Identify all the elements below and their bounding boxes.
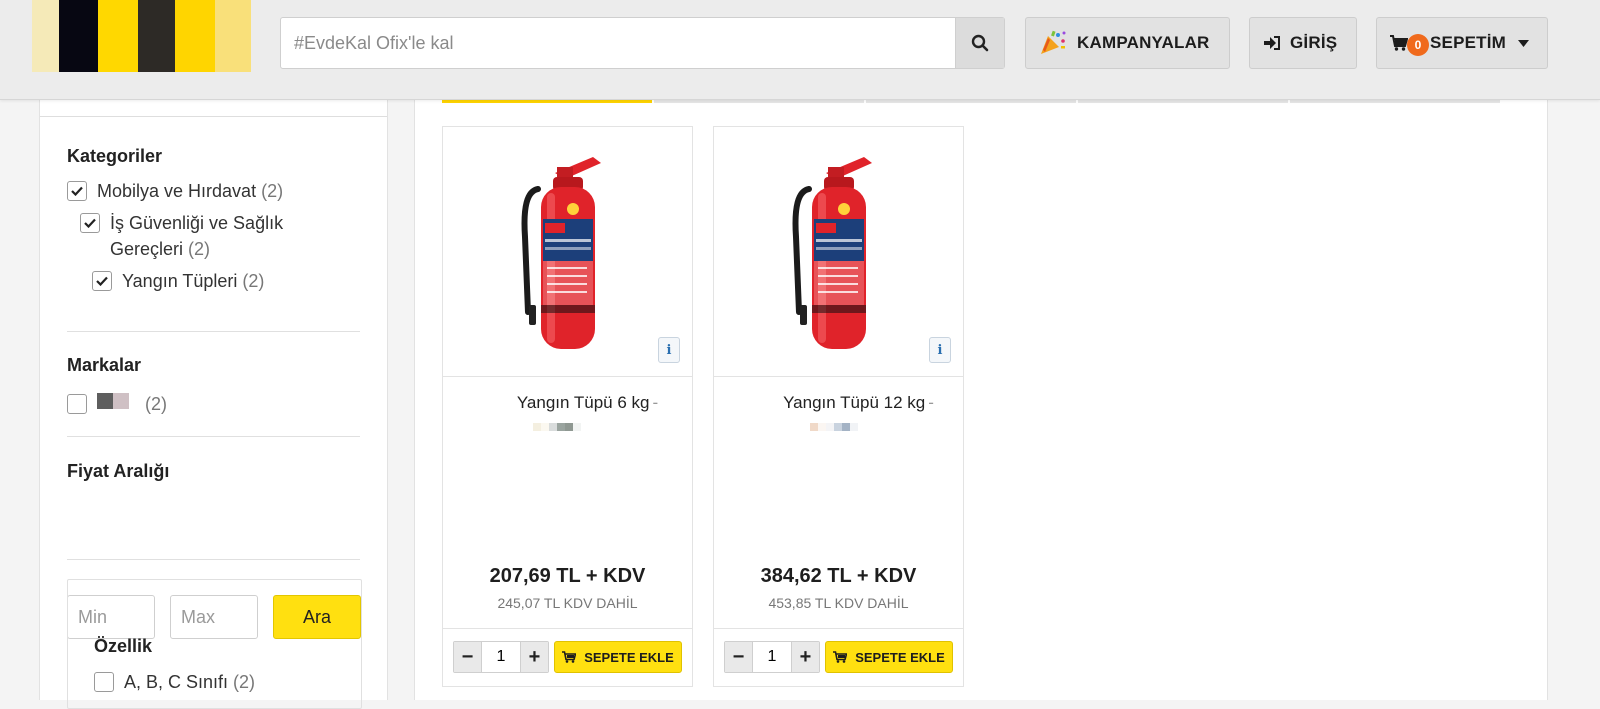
plus-icon[interactable]: + [792,642,819,672]
checkbox-checked[interactable] [80,213,100,233]
cart-label: SEPETİM [1430,33,1507,52]
check-icon [71,186,83,196]
product-price-with-tax: 453,85 TL KDV DAHİL [768,595,909,611]
sort-tab[interactable] [1290,100,1500,103]
cart-plus-icon [562,651,577,663]
category-label-line2: Gereçleri [110,239,184,259]
category-label: Yangın Tüpleri [122,271,238,291]
category-count: (2) [188,239,211,259]
product-image[interactable]: i [443,127,692,377]
sort-tab[interactable] [1078,100,1288,103]
quantity-input[interactable] [752,642,792,672]
login-button[interactable]: GİRİŞ [1249,17,1357,69]
cart-icon [1390,35,1408,51]
add-to-cart-label: SEPETE EKLE [855,649,945,665]
site-logo[interactable] [32,0,262,72]
search-bar [280,17,1005,69]
quantity-stepper: − + [453,641,549,673]
brands-title: Markalar [67,355,142,375]
category-count: (2) [261,181,284,201]
filter-sidebar: Kategoriler Mobilya ve Hırdavat (2) İş Gü… [39,100,388,709]
brand-logo [97,393,129,409]
search-input[interactable] [281,18,956,68]
product-name-row[interactable]: Yangın Tüpü 6 kg - [443,393,692,413]
product-name[interactable]: Yangın Tüpü 6 kg [517,393,650,412]
campaigns-button[interactable]: KAMPANYALAR [1025,17,1230,69]
product-name-row[interactable]: Yangın Tüpü 12 kg - [714,393,963,413]
product-brand-logo [810,423,858,431]
checkbox-unchecked[interactable] [94,672,114,692]
sort-tabs [442,100,1523,103]
plus-icon[interactable]: + [521,642,548,672]
search-icon [971,34,989,52]
fire-extinguisher-image [792,157,872,349]
price-range-title: Fiyat Aralığı [67,461,170,481]
minus-icon[interactable]: − [725,642,752,672]
fire-extinguisher-image [521,157,601,349]
product-price: 207,69 TL + KDV [489,565,646,587]
product-listing: i Yangın Tüpü 6 kg - 207,69 TL + KDV 245,… [414,100,1548,700]
brand-count: (2) [145,394,167,414]
sidebar-divider [40,116,387,117]
product-name-separator: - [652,393,659,412]
quantity-input[interactable] [481,642,521,672]
categories-title: Kategoriler [67,146,163,166]
product-name[interactable]: Yangın Tüpü 12 kg [783,393,925,412]
product-brand-logo [533,423,581,431]
product-card[interactable]: i Yangın Tüpü 6 kg - 207,69 TL + KDV 245,… [442,126,693,687]
section-divider [67,559,360,560]
product-price-with-tax: 245,07 TL KDV DAHİL [497,595,638,611]
product-name-separator: - [928,393,934,412]
add-to-cart-button[interactable]: SEPETE EKLE [825,641,953,673]
quantity-stepper: − + [724,641,820,673]
brand-filter[interactable]: (2) [67,391,167,417]
category-count: (2) [242,271,265,291]
login-label: GİRİŞ [1290,33,1338,52]
product-actions: − + SEPETE EKLE [443,628,692,686]
add-to-cart-label: SEPETE EKLE [584,649,674,665]
category-filter-safety[interactable]: İş Güvenliği ve Sağlık Gereçleri (2) [80,210,310,262]
product-card[interactable]: i Yangın Tüpü 12 kg - 384,62 TL + KDV 453… [713,126,964,687]
feature-filter-box: Özellik A, B, C Sınıfı (2) [67,579,362,709]
add-to-cart-button[interactable]: SEPETE EKLE [554,641,682,673]
sort-tab[interactable] [654,100,864,103]
search-button[interactable] [955,18,1004,68]
category-filter-extinguishers[interactable]: Yangın Tüpleri (2) [92,268,264,294]
category-filter-furniture[interactable]: Mobilya ve Hırdavat (2) [67,178,283,204]
checkbox-checked[interactable] [92,271,112,291]
feature-filter-class-abc[interactable]: A, B, C Sınıfı (2) [94,669,255,695]
feature-count: (2) [233,672,256,692]
caret-down-icon [1518,39,1530,47]
feature-title: Özellik [94,636,153,656]
party-popper-icon [1039,30,1067,56]
cart-button[interactable]: 0 SEPETİM [1376,17,1548,69]
product-price: 384,62 TL + KDV [760,565,917,587]
check-icon [96,276,108,286]
sign-in-icon [1264,36,1280,50]
product-image[interactable]: i [714,127,963,377]
cart-count-badge: 0 [1407,34,1429,56]
cart-plus-icon [833,651,848,663]
info-icon[interactable]: i [929,337,951,363]
feature-label: A, B, C Sınıfı [124,672,229,692]
section-divider [67,436,360,437]
checkbox-unchecked[interactable] [67,394,87,414]
sort-tab-active[interactable] [442,100,652,103]
section-divider [67,331,360,332]
product-actions: − + SEPETE EKLE [714,628,963,686]
campaigns-label: KAMPANYALAR [1077,33,1210,52]
checkbox-checked[interactable] [67,181,87,201]
category-label: İş Güvenliği ve Sağlık [110,213,284,233]
site-header: KAMPANYALAR GİRİŞ 0 SEPETİM [0,0,1600,100]
sort-tab[interactable] [866,100,1076,103]
info-icon[interactable]: i [658,337,680,363]
category-label: Mobilya ve Hırdavat [97,181,257,201]
minus-icon[interactable]: − [454,642,481,672]
check-icon [84,218,96,228]
